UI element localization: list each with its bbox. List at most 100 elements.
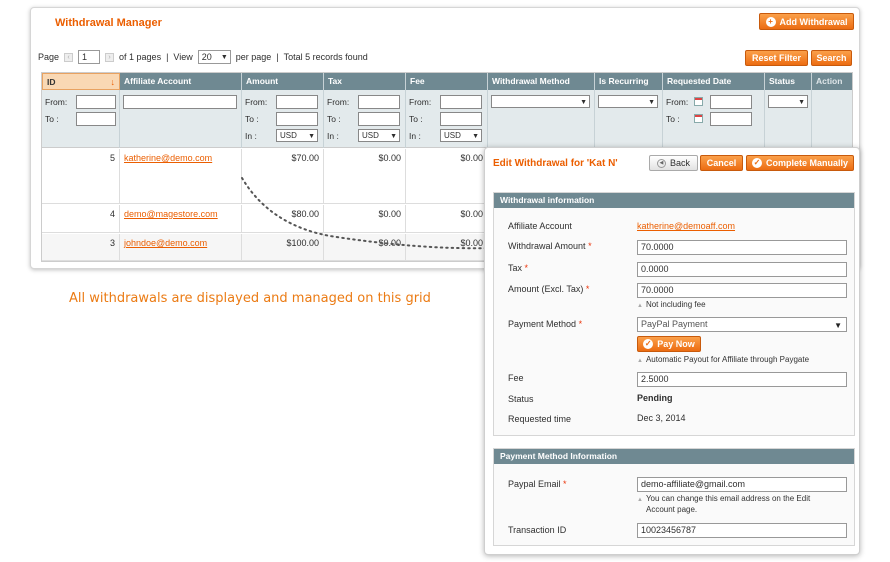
filter-method-select[interactable]: ▼ bbox=[491, 95, 590, 108]
email-note-continued: Account page. bbox=[646, 505, 698, 514]
reset-filter-button[interactable]: Reset Filter bbox=[745, 50, 808, 66]
requested-time-label: Requested time bbox=[508, 414, 572, 424]
dropdown-arrow-icon: ▼ bbox=[580, 99, 587, 106]
calendar-icon[interactable] bbox=[694, 114, 703, 123]
filter-date-to-input[interactable] bbox=[710, 111, 752, 126]
filter-tax-from-input[interactable] bbox=[358, 94, 400, 109]
cell-tax: $0.00 bbox=[324, 149, 406, 203]
grid-caption: All withdrawals are displayed and manage… bbox=[69, 291, 431, 306]
pager-separator: | bbox=[166, 52, 169, 62]
add-withdrawal-button[interactable]: + Add Withdrawal bbox=[759, 13, 854, 30]
filter-in-label: In : bbox=[245, 130, 257, 141]
column-header-requested-date[interactable]: Requested Date bbox=[663, 73, 765, 90]
view-select[interactable]: 20 ▼ bbox=[197, 50, 231, 64]
column-header-status[interactable]: Status bbox=[765, 73, 812, 90]
complete-manually-button[interactable]: ✓ Complete Manually bbox=[746, 155, 854, 171]
filter-status: ▼ bbox=[765, 90, 812, 148]
filter-recurring-select[interactable]: ▼ bbox=[598, 95, 658, 108]
column-header-recurring[interactable]: Is Recurring bbox=[595, 73, 663, 90]
complete-label: Complete Manually bbox=[765, 158, 848, 168]
withdrawal-amount-input[interactable]: 70.0000 bbox=[637, 240, 847, 255]
column-header-fee[interactable]: Fee bbox=[406, 73, 488, 90]
withdrawal-info-fieldset: Withdrawal information Affiliate Account… bbox=[493, 192, 855, 436]
dropdown-arrow-icon: ▼ bbox=[220, 54, 228, 61]
cell-fee: $0.00 bbox=[406, 205, 488, 232]
column-header-id[interactable]: ID ↓ bbox=[42, 73, 120, 90]
withdrawal-amount-label: Withdrawal Amount * bbox=[508, 241, 592, 251]
filter-fee-to-input[interactable] bbox=[440, 111, 482, 126]
per-page-text: per page bbox=[235, 52, 272, 62]
filter-fee-from-input[interactable] bbox=[440, 94, 482, 109]
currency-value: USD bbox=[362, 131, 379, 140]
filter-id-to-input[interactable] bbox=[75, 111, 116, 126]
filter-date-from-input[interactable] bbox=[710, 94, 752, 109]
dropdown-arrow-icon: ▼ bbox=[308, 133, 315, 140]
filter-to-label: To : bbox=[245, 113, 259, 124]
pager: Page ‹ 1 › of 1 pages | View 20 ▼ per pag… bbox=[38, 50, 368, 64]
status-label: Status bbox=[508, 394, 534, 404]
calendar-icon[interactable] bbox=[694, 97, 703, 106]
currency-value: USD bbox=[444, 131, 461, 140]
amount-excl-tax-label: Amount (Excl. Tax) * bbox=[508, 284, 590, 294]
affiliate-link[interactable]: katherine@demo.com bbox=[124, 153, 212, 163]
pay-now-button[interactable]: ✓ Pay Now bbox=[637, 336, 701, 352]
column-header-affiliate[interactable]: Affiliate Account bbox=[120, 73, 242, 90]
column-header-amount[interactable]: Amount bbox=[242, 73, 324, 90]
tax-input[interactable]: 0.0000 bbox=[637, 262, 847, 277]
search-button[interactable]: Search bbox=[811, 50, 852, 66]
filter-status-select[interactable]: ▼ bbox=[768, 95, 808, 108]
excl-tax-note: ▲ Not including fee bbox=[637, 300, 706, 309]
prev-page-icon[interactable]: ‹ bbox=[64, 52, 74, 62]
filter-from-label: From: bbox=[409, 96, 432, 107]
pay-now-note: ▲ Automatic Payout for Affiliate through … bbox=[637, 355, 810, 364]
filter-affiliate bbox=[120, 90, 242, 148]
filter-tax-currency-select[interactable]: USD ▼ bbox=[358, 129, 400, 142]
transaction-id-label: Transaction ID bbox=[508, 525, 567, 535]
paypal-email-input[interactable]: demo-affiliate@gmail.com bbox=[637, 477, 847, 492]
of-pages-text: of 1 pages bbox=[119, 52, 162, 62]
cell-affiliate: katherine@demo.com bbox=[120, 149, 242, 203]
back-arrow-icon: ◀ bbox=[656, 158, 666, 168]
dropdown-arrow-icon: ▼ bbox=[798, 99, 805, 106]
column-header-method[interactable]: Withdrawal Method bbox=[488, 73, 595, 90]
cell-fee: $0.00 bbox=[406, 234, 488, 260]
records-text: Total 5 records found bbox=[283, 52, 368, 62]
fee-label: Fee bbox=[508, 373, 524, 383]
back-button[interactable]: ◀ Back bbox=[649, 155, 698, 171]
dropdown-arrow-icon: ▼ bbox=[834, 321, 842, 330]
affiliate-link[interactable]: demo@magestore.com bbox=[124, 209, 218, 219]
filter-in-label: In : bbox=[409, 130, 421, 141]
affiliate-link[interactable]: johndoe@demo.com bbox=[124, 238, 207, 248]
filter-affiliate-input[interactable] bbox=[123, 94, 237, 109]
edit-title: Edit Withdrawal for 'Kat N' bbox=[493, 158, 618, 169]
filter-tax-to-input[interactable] bbox=[358, 111, 400, 126]
filter-to-label: To : bbox=[409, 113, 423, 124]
filter-amount-from-input[interactable] bbox=[276, 94, 318, 109]
column-header-tax[interactable]: Tax bbox=[324, 73, 406, 90]
dropdown-arrow-icon: ▼ bbox=[390, 133, 397, 140]
plus-icon: + bbox=[765, 16, 776, 27]
next-page-icon[interactable]: › bbox=[105, 52, 115, 62]
filter-id-from-input[interactable] bbox=[75, 94, 116, 109]
cell-affiliate: johndoe@demo.com bbox=[120, 234, 242, 260]
tax-label: Tax * bbox=[508, 263, 529, 273]
filter-amount-to-input[interactable] bbox=[276, 111, 318, 126]
pay-now-label: Pay Now bbox=[657, 339, 695, 349]
filter-amount-currency-select[interactable]: USD ▼ bbox=[276, 129, 318, 142]
currency-value: USD bbox=[280, 131, 297, 140]
page-label: Page bbox=[38, 52, 60, 62]
fee-input[interactable]: 2.5000 bbox=[637, 372, 847, 387]
filter-requested-date: From: To : bbox=[663, 90, 765, 148]
payment-method-select[interactable]: PayPal Payment ▼ bbox=[637, 317, 847, 332]
transaction-id-input[interactable]: 10023456787 bbox=[637, 523, 847, 538]
affiliate-account-link[interactable]: katherine@demoaff.com bbox=[637, 221, 735, 231]
page-input[interactable]: 1 bbox=[78, 50, 101, 64]
filter-fee-currency-select[interactable]: USD ▼ bbox=[440, 129, 482, 142]
email-note: ▲ You can change this email address on th… bbox=[637, 494, 811, 503]
cancel-button[interactable]: Cancel bbox=[700, 155, 743, 171]
filter-recurring: ▼ bbox=[595, 90, 663, 148]
affiliate-account-label: Affiliate Account bbox=[508, 221, 572, 231]
cell-id: 5 bbox=[42, 149, 120, 203]
requested-time-value: Dec 3, 2014 bbox=[637, 413, 686, 423]
amount-excl-tax-input[interactable]: 70.0000 bbox=[637, 283, 847, 298]
